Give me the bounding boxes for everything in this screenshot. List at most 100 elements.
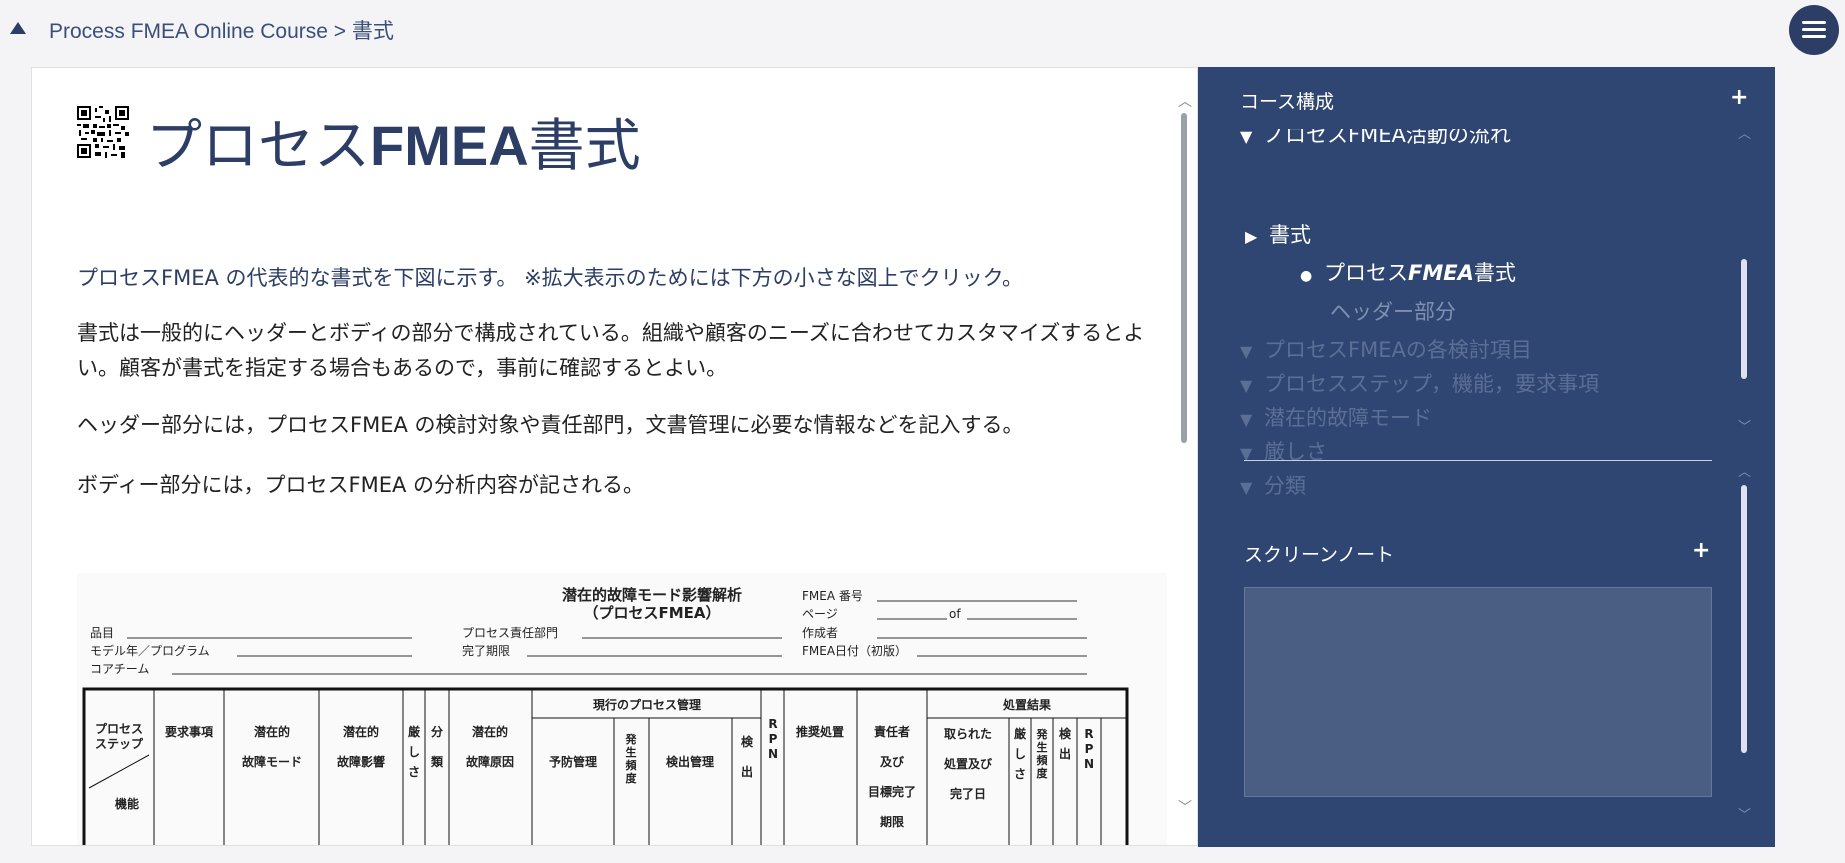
- svg-text:期限: 期限: [880, 814, 904, 829]
- toc-item-format[interactable]: ▶ 書式: [1245, 219, 1311, 249]
- screen-note-input[interactable]: [1244, 587, 1712, 797]
- breadcrumb[interactable]: Process FMEA Online Course > 書式: [49, 15, 394, 45]
- svg-text:取られた: 取られた: [944, 727, 992, 741]
- triangle-up-icon[interactable]: [10, 20, 26, 36]
- svg-text:責任者: 責任者: [874, 724, 910, 739]
- form-field-fmea-number: FMEA 番号: [802, 589, 863, 603]
- paragraph-body: ボディー部分には，プロセスFMEA の分析内容が記される。: [77, 473, 645, 497]
- svg-text:処置及び: 処置及び: [943, 756, 993, 771]
- course-structure-header: コース構成: [1240, 91, 1335, 113]
- svg-text:故障影響: 故障影響: [337, 754, 385, 769]
- svg-text:故障モード: 故障モード: [242, 754, 302, 769]
- svg-text:要求事項: 要求事項: [165, 724, 214, 739]
- toc-scroll-thumb[interactable]: [1741, 259, 1747, 379]
- toc-item-failure-mode[interactable]: ▼ 潜在的故障モード: [1240, 402, 1432, 432]
- svg-text:頻: 頻: [1037, 753, 1048, 767]
- svg-text:N: N: [768, 747, 778, 761]
- sidebar-divider: [1244, 460, 1712, 461]
- form-field-team: コアチーム: [90, 662, 149, 676]
- svg-text:予防管理: 予防管理: [549, 754, 597, 769]
- toc-item-flow[interactable]: ▼ ノロセスFMEA活動の流れ: [1240, 129, 1511, 149]
- chevron-down-icon[interactable]: ﹀: [1738, 421, 1751, 434]
- svg-text:完了日: 完了日: [950, 786, 986, 801]
- svg-text:発: 発: [1036, 727, 1049, 741]
- svg-text:生: 生: [626, 745, 637, 759]
- group-action-results: 処置結果: [1002, 697, 1051, 712]
- group-current-controls: 現行のプロセス管理: [593, 697, 701, 712]
- svg-text:潜在的: 潜在的: [254, 724, 290, 739]
- form-field-item: 品目: [90, 626, 114, 640]
- svg-text:検: 検: [741, 734, 754, 749]
- svg-text:し: し: [1014, 747, 1026, 761]
- svg-text:度: 度: [1037, 766, 1049, 780]
- toc-item-process-step[interactable]: ▼ プロセスステップ，機能，要求事項: [1240, 368, 1599, 398]
- paragraph-header: ヘッダー部分には，プロセスFMEA の検討対象や責任部門，文書管理に必要な情報な…: [77, 413, 1024, 437]
- svg-text:故障原因: 故障原因: [466, 754, 514, 769]
- page-title: プロセスFMEA書式: [146, 114, 641, 177]
- svg-text:検出管理: 検出管理: [666, 754, 714, 769]
- notes-scrollbar[interactable]: ︿ ﹀: [1738, 466, 1751, 822]
- form-field-due: 完了期限: [462, 643, 510, 658]
- toc-item-header-section[interactable]: ヘッダー部分: [1330, 296, 1456, 326]
- svg-text:機能: 機能: [115, 796, 139, 811]
- svg-text:し: し: [408, 745, 420, 759]
- svg-text:検: 検: [1059, 726, 1072, 741]
- toc-item-pfmea-format[interactable]: ● プロセスFMEA書式: [1300, 257, 1516, 287]
- qr-code-icon[interactable]: [77, 106, 129, 158]
- expand-notes-button[interactable]: +: [1692, 538, 1710, 563]
- svg-text:発: 発: [625, 732, 638, 746]
- svg-text:厳: 厳: [1014, 726, 1027, 741]
- form-title: 潜在的故障モード影響解析: [562, 586, 742, 604]
- chevron-down-icon[interactable]: ﹀: [1738, 809, 1751, 822]
- svg-text:厳: 厳: [408, 724, 421, 739]
- svg-text:出: 出: [741, 764, 753, 779]
- form-field-page-of: of: [949, 607, 961, 621]
- svg-text:ステップ: ステップ: [95, 736, 144, 751]
- svg-text:R: R: [1084, 727, 1093, 741]
- svg-text:R: R: [768, 717, 777, 731]
- expand-course-button[interactable]: +: [1730, 85, 1748, 110]
- sidebar: コース構成 + ▼ ノロセスFMEA活動の流れ ▶ 書式 ● プロセスFMEA書式 ヘ…: [1198, 67, 1775, 847]
- paragraph-structure: 書式は一般的にヘッダーとボディの部分で構成されている。組織や顧客のニーズに合わせ…: [77, 321, 1145, 380]
- form-field-date: FMEA日付（初版）: [802, 644, 907, 658]
- svg-text:類: 類: [430, 754, 444, 769]
- form-field-model: モデル年／プログラム: [90, 643, 210, 658]
- form-subtitle: （プロセスFMEA）: [583, 604, 720, 622]
- form-field-page: ページ: [802, 607, 838, 621]
- svg-text:P: P: [769, 732, 778, 746]
- chevron-down-icon[interactable]: ﹀: [1178, 801, 1192, 815]
- fmea-form-image[interactable]: 潜在的故障モード影響解析 （プロセスFMEA） 品目 モデル年／プログラム コア…: [77, 573, 1167, 845]
- chevron-up-icon[interactable]: ︿: [1738, 466, 1751, 479]
- scroll-thumb[interactable]: [1181, 113, 1187, 443]
- svg-text:及び: 及び: [880, 754, 905, 769]
- notes-scroll-thumb[interactable]: [1741, 485, 1747, 753]
- toc-scrollbar[interactable]: ︿ ﹀: [1738, 128, 1751, 434]
- svg-text:さ: さ: [408, 765, 420, 779]
- form-field-author: 作成者: [802, 626, 838, 640]
- form-field-responsible: プロセス責任部門: [462, 625, 558, 640]
- hamburger-menu-icon[interactable]: [1789, 5, 1839, 55]
- svg-text:生: 生: [1037, 740, 1048, 754]
- svg-text:分: 分: [431, 724, 443, 739]
- toc-item-review-items[interactable]: ▼ プロセスFMEAの各検討項目: [1240, 334, 1532, 364]
- svg-text:プロセス: プロセス: [95, 721, 143, 736]
- toc-item-severity[interactable]: ▼ 厳しさ: [1240, 436, 1327, 466]
- svg-text:P: P: [1085, 742, 1094, 756]
- svg-text:N: N: [1084, 757, 1094, 771]
- svg-text:推奨処置: 推奨処置: [796, 724, 844, 739]
- top-bar: Process FMEA Online Course > 書式: [0, 0, 1845, 66]
- paragraph-intro: プロセスFMEA の代表的な書式を下図に示す。 ※拡大表示のためには下方の小さな…: [77, 266, 1023, 290]
- svg-text:頻: 頻: [626, 758, 637, 772]
- screen-note-header: スクリーンノート: [1244, 544, 1395, 566]
- toc-item-classification[interactable]: ▼ 分類: [1240, 470, 1306, 499]
- content-scrollbar[interactable]: ︿ ﹀: [1172, 95, 1196, 815]
- course-toc: ▼ ノロセスFMEA活動の流れ ▶ 書式 ● プロセスFMEA書式 ヘッダー部分 ▼ プ…: [1240, 119, 1750, 499]
- chevron-up-icon[interactable]: ︿: [1178, 95, 1192, 109]
- svg-text:潜在的: 潜在的: [343, 724, 379, 739]
- chevron-up-icon[interactable]: ︿: [1738, 128, 1751, 141]
- svg-text:度: 度: [626, 771, 638, 785]
- svg-text:目標完了: 目標完了: [868, 784, 916, 799]
- svg-text:さ: さ: [1014, 767, 1026, 781]
- content-panel: プロセスFMEA書式 プロセスFMEA の代表的な書式を下図に示す。 ※拡大表示…: [31, 67, 1198, 846]
- svg-text:潜在的: 潜在的: [472, 724, 508, 739]
